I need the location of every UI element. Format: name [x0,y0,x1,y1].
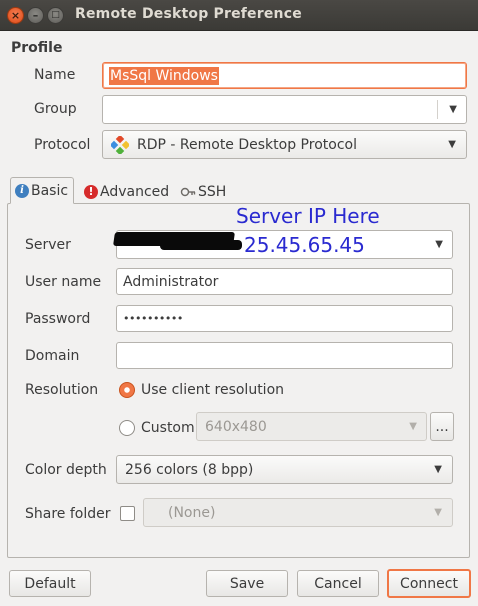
cancel-button[interactable]: Cancel [297,570,379,597]
close-icon: × [10,9,21,22]
name-label: Name [34,67,76,83]
server-value: 25.45.65.45 [244,233,365,257]
color-depth-value: 256 colors (8 bpp) [125,461,254,478]
username-label: User name [25,274,102,290]
maximize-icon: □ [51,10,60,20]
resolution-label: Resolution [25,382,99,398]
server-label: Server [25,237,71,253]
domain-field[interactable] [116,342,453,369]
rdp-protocol-icon [111,135,129,154]
username-field-value: Administrator [123,273,219,290]
close-window-button[interactable]: × [7,7,24,24]
protocol-combo[interactable]: RDP - Remote Desktop Protocol ▼ [102,130,467,159]
minimize-icon: – [32,9,39,22]
cancel-button-label: Cancel [314,575,362,592]
custom-resolution-combo[interactable]: 640x480 ▼ [196,412,427,441]
server-ip-annotation: Server IP Here [236,204,380,228]
custom-resolution-more-button[interactable]: ... [430,412,454,441]
profile-section-title: Profile [11,40,63,56]
connect-button-label: Connect [400,575,458,592]
share-folder-value: (None) [168,504,216,521]
tab-advanced[interactable]: ! Advanced [80,178,173,205]
tab-basic-label: Basic [31,182,69,199]
chevron-down-icon: ▼ [409,421,417,432]
chevron-down-icon: ▼ [434,464,442,475]
group-label: Group [34,101,77,117]
tab-basic[interactable]: i Basic [10,177,74,204]
client-resolution-radio[interactable] [119,382,135,398]
share-folder-checkbox[interactable] [120,506,135,521]
username-field[interactable]: Administrator [116,268,453,295]
share-folder-combo[interactable]: (None) ▼ [143,498,453,527]
tab-ssh-label: SSH [198,183,227,200]
warning-icon: ! [84,184,98,199]
combo-separator [437,100,438,119]
share-folder-label: Share folder [25,506,111,522]
password-label: Password [25,311,91,327]
name-field-value: MsSql Windows [109,66,219,85]
more-label: ... [435,418,449,435]
title-bar: × – □ Remote Desktop Preference [0,0,478,31]
chevron-down-icon: ▼ [449,104,457,115]
save-button-label: Save [229,575,265,592]
key-icon [180,185,196,199]
custom-resolution-label[interactable]: Custom [141,420,195,436]
custom-resolution-radio[interactable] [119,420,135,436]
default-button[interactable]: Default [9,570,91,597]
password-field[interactable]: •••••••••• [116,305,453,332]
custom-resolution-value: 640x480 [205,418,267,435]
protocol-combo-value: RDP - Remote Desktop Protocol [137,136,357,153]
redaction-mark [160,240,242,250]
minimize-window-button[interactable]: – [27,7,44,24]
info-icon: i [15,183,29,198]
color-depth-combo[interactable]: 256 colors (8 bpp) ▼ [116,455,453,484]
domain-label: Domain [25,348,80,364]
client-resolution-label[interactable]: Use client resolution [141,382,284,398]
color-depth-label: Color depth [25,462,107,478]
connect-button[interactable]: Connect [387,569,471,598]
chevron-down-icon: ▼ [434,507,442,518]
chevron-down-icon: ▼ [448,139,456,150]
maximize-window-button[interactable]: □ [47,7,64,24]
tab-advanced-label: Advanced [100,183,170,200]
password-field-value: •••••••••• [123,312,183,325]
save-button[interactable]: Save [206,570,288,597]
chevron-down-icon: ▼ [435,239,443,250]
group-combo[interactable]: ▼ [102,95,467,124]
tab-ssh[interactable]: SSH [176,178,230,205]
protocol-label: Protocol [34,137,91,153]
default-button-label: Default [24,575,76,592]
window-title: Remote Desktop Preference [75,6,302,22]
name-field[interactable]: MsSql Windows [102,62,467,89]
